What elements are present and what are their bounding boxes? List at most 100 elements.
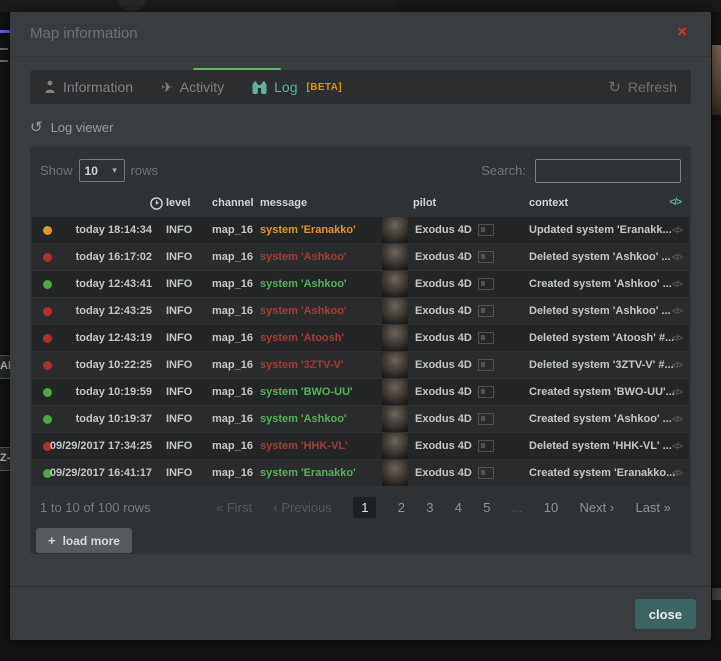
pilot-cell: Exodus 4D — [415, 271, 494, 297]
log-level: INFO — [166, 325, 192, 351]
log-message: system 'Eranakko' — [260, 460, 356, 486]
table-row[interactable]: today 12:43:25 INFO map_16 system 'Ashko… — [32, 298, 689, 324]
search-input[interactable] — [535, 159, 681, 183]
pagination-controls: « First ‹ Previous 1 2 3 4 5 ... 10 Next… — [202, 497, 681, 518]
pagination-next[interactable]: Next › — [580, 500, 615, 515]
pagination-page-5[interactable]: 5 — [483, 500, 490, 515]
page-background: Ali Z- Map information × Information ✈ A… — [0, 0, 721, 661]
log-context: Created system 'Eranakko... — [529, 460, 675, 486]
column-header-level[interactable]: level — [166, 197, 190, 209]
table-row[interactable]: today 18:14:34 INFO map_16 system 'Erana… — [32, 217, 689, 243]
expand-code-icon[interactable]: </> — [672, 244, 682, 270]
log-context: Created system 'BWO-UU'... — [529, 379, 675, 405]
expand-code-icon[interactable]: </> — [672, 352, 682, 378]
pilot-cell: Exodus 4D — [415, 352, 494, 378]
pagination-page-2[interactable]: 2 — [398, 500, 405, 515]
background-dark-segment — [395, 0, 721, 11]
load-more-button[interactable]: + load more — [36, 528, 132, 553]
log-context: Created system 'Ashkoo' ... — [529, 271, 672, 297]
pilot-avatar — [382, 217, 408, 243]
log-channel: map_16 — [212, 271, 253, 297]
expand-code-icon[interactable]: </> — [672, 217, 682, 243]
log-level: INFO — [166, 217, 192, 243]
tab-information[interactable]: Information — [30, 70, 147, 104]
history-icon: ↺ — [30, 118, 43, 136]
log-message: system 'HHK-VL' — [260, 433, 348, 459]
log-time: today 10:19:37 — [40, 406, 152, 432]
rows-label: rows — [131, 163, 158, 178]
beta-badge: [BETA] — [306, 82, 342, 93]
pilot-avatar — [382, 271, 408, 297]
log-channel: map_16 — [212, 244, 253, 270]
log-time: today 16:17:02 — [40, 244, 152, 270]
log-context: Deleted system 'Atoosh' #... — [529, 325, 674, 351]
refresh-icon: ↻ — [608, 78, 621, 96]
expand-code-icon[interactable]: </> — [672, 433, 682, 459]
log-message: system 'Ashkoo' — [260, 244, 347, 270]
table-row[interactable]: 09/29/2017 17:34:25 INFO map_16 system '… — [32, 433, 689, 459]
log-level: INFO — [166, 244, 192, 270]
table-row[interactable]: today 16:17:02 INFO map_16 system 'Ashko… — [32, 244, 689, 270]
log-channel: map_16 — [212, 325, 253, 351]
pagination-first[interactable]: « First — [216, 500, 252, 515]
log-level: INFO — [166, 379, 192, 405]
id-card-icon — [478, 251, 494, 263]
close-button[interactable]: close — [635, 599, 696, 629]
pagination-last[interactable]: Last » — [635, 500, 670, 515]
column-header-pilot[interactable]: pilot — [413, 197, 436, 209]
log-time: 09/29/2017 17:34:25 — [40, 433, 152, 459]
pagination-page-10[interactable]: 10 — [544, 500, 558, 515]
pilot-cell: Exodus 4D — [415, 460, 494, 486]
log-time: today 12:43:19 — [40, 325, 152, 351]
table-row[interactable]: today 10:19:59 INFO map_16 system 'BWO-U… — [32, 379, 689, 405]
id-card-icon — [478, 386, 494, 398]
log-context: Updated system 'Eranakk... — [529, 217, 672, 243]
pagination-page-1[interactable]: 1 — [353, 497, 376, 518]
column-header-context[interactable]: context — [529, 197, 568, 209]
column-header-message[interactable]: message — [260, 197, 307, 209]
table-row[interactable]: 09/29/2017 16:41:17 INFO map_16 system '… — [32, 460, 689, 486]
id-card-icon — [478, 332, 494, 344]
tab-activity[interactable]: ✈ Activity — [147, 70, 238, 104]
table-body: today 18:14:34 INFO map_16 system 'Erana… — [32, 217, 689, 486]
person-icon — [44, 80, 56, 94]
pilot-name: Exodus 4D — [415, 298, 472, 324]
pagination-page-4[interactable]: 4 — [455, 500, 462, 515]
log-time: today 10:22:25 — [40, 352, 152, 378]
background-map-fragment — [0, 48, 8, 62]
table-row[interactable]: today 12:43:41 INFO map_16 system 'Ashko… — [32, 271, 689, 297]
background-portrait-fragment — [712, 45, 721, 115]
pilot-name: Exodus 4D — [415, 406, 472, 432]
expand-code-icon[interactable]: </> — [672, 325, 682, 351]
binoculars-icon — [252, 81, 267, 94]
pilot-avatar — [382, 460, 408, 486]
refresh-button[interactable]: ↻ Refresh — [594, 78, 691, 96]
pagination-previous[interactable]: ‹ Previous — [273, 500, 332, 515]
expand-code-icon[interactable]: </> — [672, 460, 682, 486]
clock-icon[interactable] — [150, 197, 163, 210]
table-row[interactable]: today 10:19:37 INFO map_16 system 'Ashko… — [32, 406, 689, 432]
tab-log[interactable]: Log [BETA] — [238, 70, 356, 104]
pilot-avatar — [382, 379, 408, 405]
pilot-name: Exodus 4D — [415, 325, 472, 351]
pilot-name: Exodus 4D — [415, 460, 472, 486]
expand-code-icon[interactable]: </> — [672, 298, 682, 324]
id-card-icon — [478, 305, 494, 317]
table-row[interactable]: today 12:43:19 INFO map_16 system 'Atoos… — [32, 325, 689, 351]
tab-log-label: Log — [274, 79, 297, 95]
expand-code-icon[interactable]: </> — [672, 271, 682, 297]
id-card-icon — [478, 278, 494, 290]
load-more-label: load more — [63, 534, 120, 548]
expand-code-icon[interactable]: </> — [672, 379, 682, 405]
search-label: Search: — [481, 163, 526, 178]
log-time: 09/29/2017 16:41:17 — [40, 460, 152, 486]
page-size-select[interactable]: 10 ▼ — [79, 159, 125, 182]
id-card-icon — [478, 440, 494, 452]
close-icon[interactable]: × — [677, 23, 687, 40]
log-message: system '3ZTV-V' — [260, 352, 344, 378]
column-header-channel[interactable]: channel — [212, 197, 254, 209]
expand-code-icon[interactable]: </> — [672, 406, 682, 432]
pagination-page-3[interactable]: 3 — [426, 500, 433, 515]
pilot-name: Exodus 4D — [415, 271, 472, 297]
table-row[interactable]: today 10:22:25 INFO map_16 system '3ZTV-… — [32, 352, 689, 378]
